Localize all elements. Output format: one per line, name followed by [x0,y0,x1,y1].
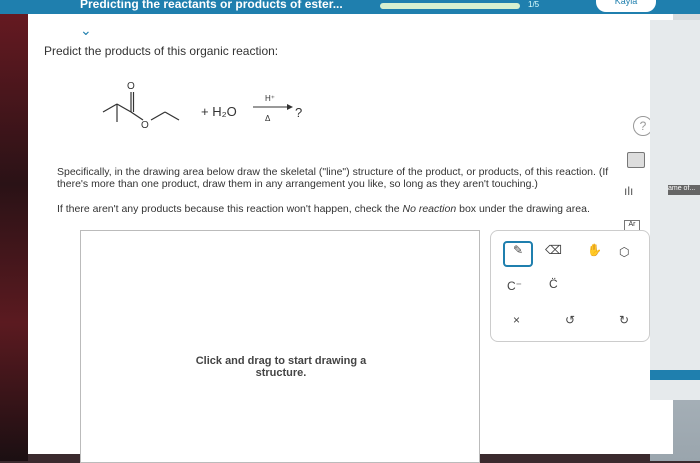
heat-label: Δ [265,114,271,123]
drawing-canvas[interactable]: Click and drag to start drawing a struct… [80,230,480,463]
top-bar: Predicting the reactants or products of … [0,0,700,14]
progress-counter: 1/5 [528,0,540,9]
product-placeholder: ? [295,105,303,120]
undo-icon[interactable]: ↺ [565,313,575,327]
instructions-text: Specifically, in the drawing area below … [57,166,609,190]
chevron-down-icon[interactable]: ⌄ [80,22,92,39]
carbanion-button[interactable]: C⁻ [507,279,522,293]
redo-icon[interactable]: ↻ [619,313,629,327]
instr-suffix: box under the drawing area. [456,203,590,215]
pencil-icon[interactable]: ✎ [503,241,533,267]
assignment-title: Predicting the reactants or products of … [80,0,343,11]
lone-pair-button[interactable]: C̈ [549,277,558,291]
strip-badge: ame of... [668,185,700,195]
acid-catalyst-label: H⁺ [265,94,275,103]
svg-text:O: O [127,81,135,92]
calculator-icon[interactable] [627,152,645,168]
user-menu[interactable]: Kayla [596,0,656,12]
side-strip: ame of... [650,20,700,400]
blue-band [650,370,700,380]
hand-icon[interactable]: ✋ [587,243,602,257]
eraser-icon[interactable]: ⌫ [545,243,562,257]
instr-italic: No reaction [402,203,457,215]
ester-structure: O O [102,81,180,131]
no-reaction-instructions: If there aren't any products because thi… [57,203,590,215]
drawing-toolbox: ✎ ⌫ ✋ ⬡ C⁻ C̈ × ↺ ↻ [490,230,650,342]
reaction-scheme: O O + H₂O H⁺ Δ ? [95,72,325,132]
instr-prefix: If there aren't any products because thi… [57,203,403,215]
reaction-arrow [253,104,293,110]
water-reagent: + H₂O [201,104,237,119]
clear-icon[interactable]: × [513,313,520,327]
background-left [0,0,28,461]
drawing-hint: Click and drag to start drawing a struct… [195,355,367,379]
svg-text:O: O [141,120,149,131]
progress-bar [380,3,520,9]
question-prompt: Predict the products of this organic rea… [44,44,279,58]
template-icon[interactable]: ⬡ [619,245,629,259]
